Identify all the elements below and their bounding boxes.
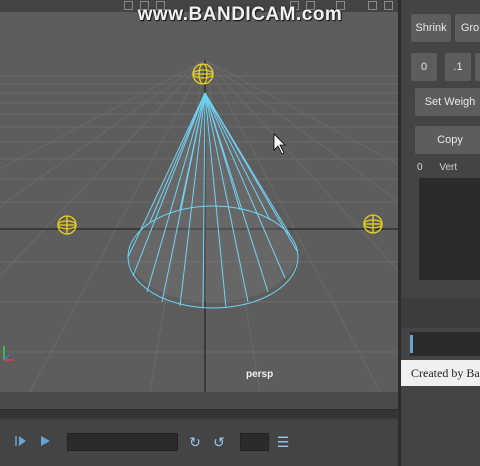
value-button-1[interactable]: .1 (445, 53, 471, 81)
mouse-cursor-icon (273, 133, 286, 155)
key-next-icon[interactable]: ↺ (210, 434, 228, 450)
credit-text: Created by Bai (401, 360, 480, 386)
list-header: 0 Vert (417, 162, 480, 176)
set-weight-button[interactable]: Set Weigh (415, 88, 480, 116)
grow-button[interactable]: Gro (455, 14, 480, 42)
list-settings-icon[interactable]: ☰ (274, 434, 292, 450)
value-button-0[interactable]: 0 (411, 53, 437, 81)
time-slider[interactable] (0, 392, 398, 409)
locator-top[interactable] (192, 63, 214, 85)
toolbar-icon[interactable] (368, 1, 377, 10)
recording-watermark: www.BANDICAM.com (137, 4, 343, 25)
locator-right[interactable] (363, 214, 383, 234)
shrink-button[interactable]: Shrink (411, 14, 451, 42)
viewport-scene (0, 59, 398, 392)
play-forward-icon[interactable] (15, 435, 27, 447)
toolbar-icon[interactable] (384, 1, 393, 10)
copy-button[interactable]: Copy (415, 126, 480, 154)
list-header-column: Vert (439, 162, 458, 173)
panel-separator (401, 298, 480, 328)
frame-field[interactable] (240, 433, 269, 451)
tool-panel: Shrink Gro 0 .1 Set Weigh Copy 0 Vert Cr… (401, 0, 480, 466)
value-button-2[interactable] (475, 53, 480, 81)
axis-gizmo-icon (3, 346, 14, 361)
list-header-index: 0 (417, 162, 423, 173)
progress-fill (410, 335, 413, 353)
range-slider[interactable] (0, 409, 398, 418)
3d-viewport[interactable]: www.BANDICAM.com persp (0, 0, 398, 392)
progress-bar (410, 332, 480, 356)
timeline-range-field[interactable] (67, 433, 178, 451)
timeline-panel (0, 392, 398, 466)
key-prev-icon[interactable]: ↻ (186, 434, 204, 450)
locator-left[interactable] (57, 215, 77, 235)
cone-mesh[interactable] (127, 92, 299, 309)
play-icon[interactable] (39, 435, 51, 447)
vertex-list[interactable] (419, 178, 480, 280)
camera-label: persp (246, 369, 274, 380)
